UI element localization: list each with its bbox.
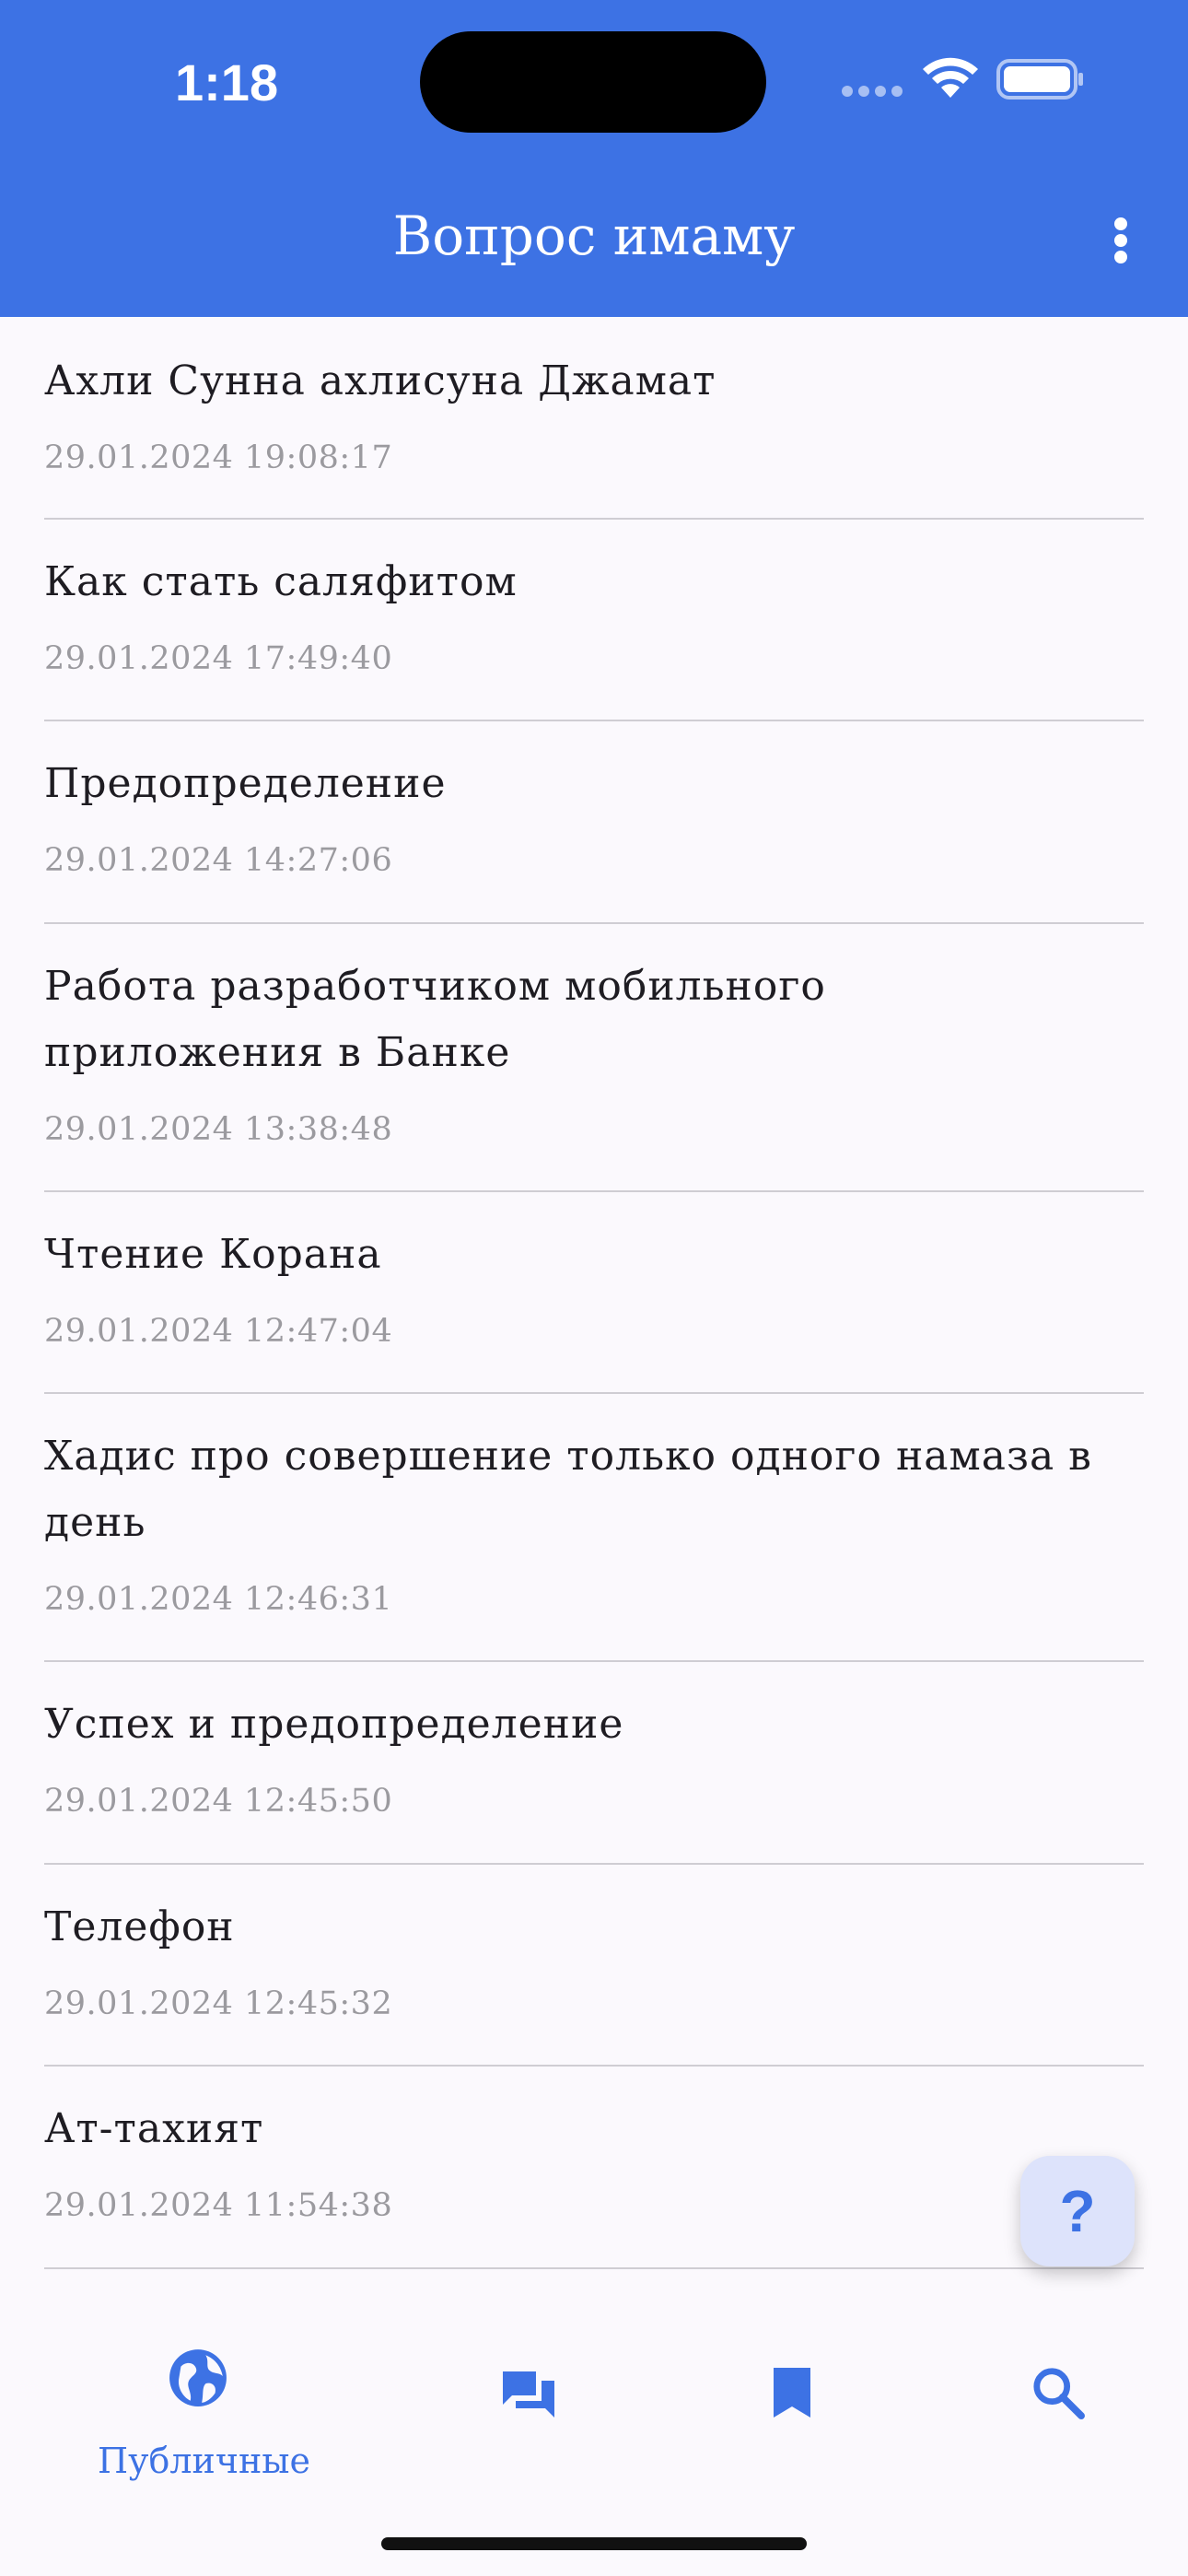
nav-item-search[interactable] [1004, 2316, 1114, 2482]
question-title: Телефон [44, 1903, 235, 1950]
question-date: 29.01.2024 12:45:50 [44, 1783, 393, 1820]
list-item[interactable]: Ат-тахият 29.01.2024 11:54:38 [44, 2067, 1144, 2269]
question-title: Ат-тахият [44, 2105, 264, 2152]
list-item[interactable]: Как стать саляфитом 29.01.2024 17:49:40 [44, 520, 1144, 721]
nav-item-public[interactable]: Публичные [92, 2316, 310, 2482]
chat-icon [503, 2371, 554, 2418]
question-title: Чтение Корана [44, 1231, 382, 1278]
question-date: 29.01.2024 14:27:06 [44, 842, 393, 879]
status-time: 1:18 [175, 53, 279, 111]
search-icon [1033, 2368, 1085, 2419]
question-title-line1: Хадис про совершение только одного намаз… [44, 1433, 1092, 1480]
list-item[interactable]: Работа разработчиком мобильного приложен… [44, 924, 1144, 1192]
list-item[interactable]: Телефон 29.01.2024 12:45:32 [44, 1865, 1144, 2067]
question-date: 29.01.2024 12:45:32 [44, 1985, 393, 2022]
list-item[interactable]: Успех и предопределение 29.01.2024 12:45… [44, 1662, 1144, 1865]
question-date: 29.01.2024 17:49:40 [44, 640, 393, 677]
nav-item-bookmarks[interactable] [737, 2316, 847, 2482]
cellular-signal-icon [842, 86, 906, 99]
dynamic-island [420, 31, 766, 133]
question-title-line2: приложения в Банке [44, 1029, 511, 1076]
question-title: Успех и предопределение [44, 1701, 624, 1748]
globe-icon [169, 2349, 227, 2406]
battery-icon [996, 59, 1083, 100]
question-title: Как стать саляфитом [44, 558, 518, 605]
more-vert-icon [1114, 217, 1127, 230]
question-title-line1: Работа разработчиком мобильного [44, 963, 826, 1010]
more-menu-button[interactable] [1096, 203, 1147, 276]
page-title: Вопрос имаму [392, 205, 796, 267]
list-item[interactable]: Предопределение 29.01.2024 14:27:06 [44, 721, 1144, 924]
question-date: 29.01.2024 12:46:31 [44, 1581, 393, 1618]
question-date: 29.01.2024 11:54:38 [44, 2187, 393, 2224]
question-date: 29.01.2024 13:38:48 [44, 1111, 393, 1148]
list-item[interactable]: Ахли Сунна ахлисуна Джамат 29.01.2024 19… [44, 317, 1144, 520]
help-icon: ? [1059, 2178, 1096, 2244]
question-date: 29.01.2024 19:08:17 [44, 439, 393, 476]
question-title: Ахли Сунна ахлисуна Джамат [44, 357, 716, 404]
nav-item-my-questions[interactable] [460, 2316, 599, 2482]
bookmark-icon [774, 2368, 810, 2418]
list-item[interactable]: Хадис про совершение только одного намаз… [44, 1394, 1144, 1662]
nav-label-public: Публичные [98, 2441, 311, 2481]
wifi-icon [923, 57, 978, 98]
ask-question-button[interactable]: ? [1020, 2156, 1135, 2266]
question-date: 29.01.2024 12:47:04 [44, 1313, 393, 1350]
questions-list[interactable]: Ахли Сунна ахлисуна Джамат 29.01.2024 19… [0, 317, 1188, 2316]
question-title: Предопределение [44, 760, 447, 807]
question-title-line2: день [44, 1499, 146, 1546]
app-header: 1:18 Вопрос имаму [0, 0, 1188, 317]
list-item[interactable]: Чтение Корана 29.01.2024 12:47:04 [44, 1192, 1144, 1394]
home-indicator [381, 2537, 807, 2550]
